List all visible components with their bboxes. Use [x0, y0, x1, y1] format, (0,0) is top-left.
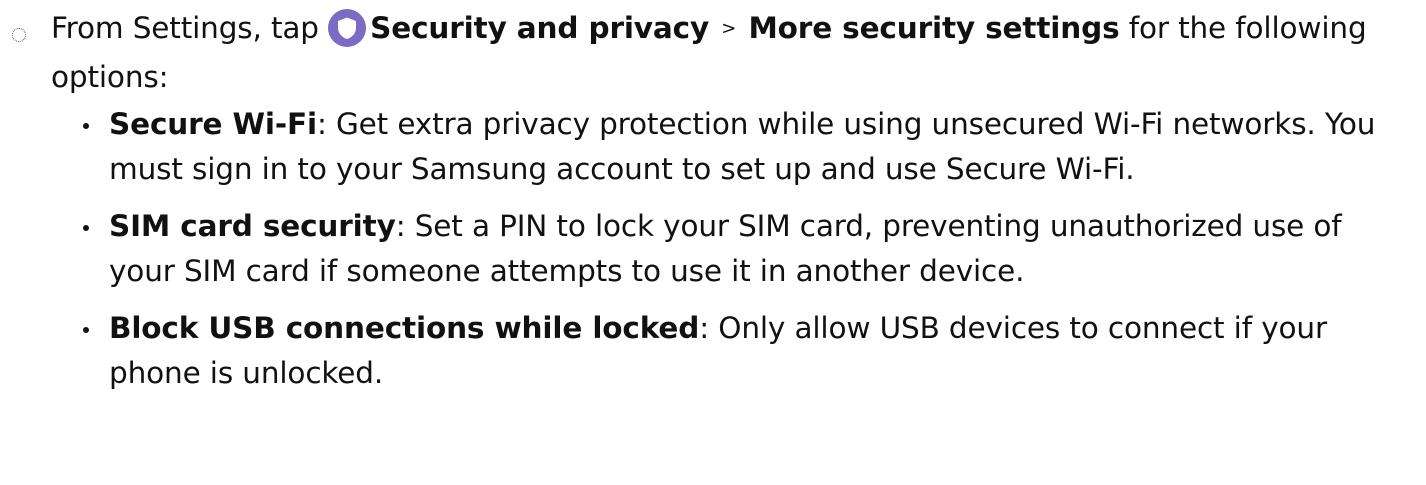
option-sim-card-security: SIM card security: Set a PIN to lock you…	[78, 204, 1408, 294]
option-colon: :	[699, 311, 719, 345]
bullet-dot-icon	[83, 327, 89, 333]
options-list: Secure Wi-Fi: Get extra privacy protecti…	[78, 102, 1408, 408]
step-text: From Settings, tap Security and privacy …	[51, 6, 1412, 100]
bullet-dot-icon	[83, 225, 89, 231]
option-colon: :	[395, 209, 415, 243]
step-intro-text: From Settings, tap	[51, 11, 319, 45]
step-item: From Settings, tap Security and privacy …	[12, 6, 1412, 100]
shield-icon	[328, 9, 367, 47]
instruction-document: From Settings, tap Security and privacy …	[0, 0, 1426, 485]
option-colon: :	[316, 107, 336, 141]
option-term: Block USB connections while locked	[109, 311, 700, 345]
menu-security-and-privacy: Security and privacy	[370, 11, 710, 45]
menu-separator: >	[721, 18, 737, 39]
option-term: SIM card security	[109, 209, 396, 243]
menu-more-security-settings: More security settings	[748, 11, 1120, 45]
option-block-usb: Block USB connections while locked: Only…	[78, 306, 1408, 396]
option-secure-wifi: Secure Wi-Fi: Get extra privacy protecti…	[78, 102, 1408, 192]
bullet-dot-icon	[83, 123, 89, 129]
step-bullet-icon	[12, 28, 26, 42]
option-term: Secure Wi-Fi	[109, 107, 317, 141]
